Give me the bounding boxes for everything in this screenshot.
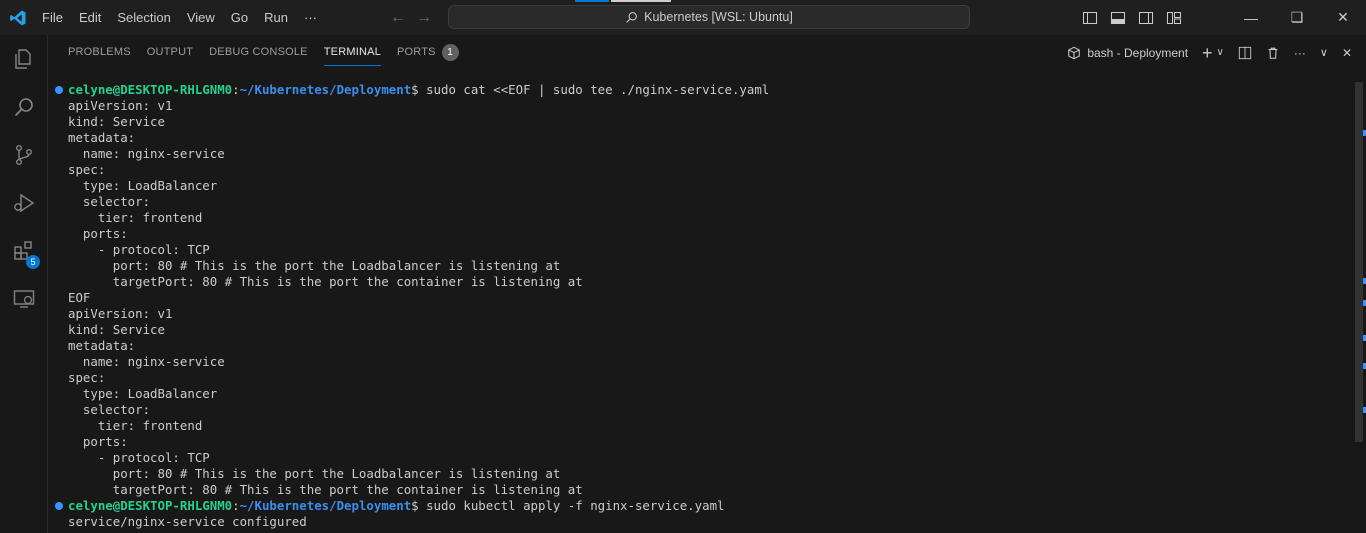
terminal-output-line: - protocol: TCP: [68, 450, 210, 465]
command-decoration-icon[interactable]: [55, 502, 63, 510]
terminal-selector[interactable]: bash - Deployment: [1067, 46, 1188, 60]
bottom-panel: PROBLEMS OUTPUT DEBUG CONSOLE TERMINAL P…: [48, 35, 1366, 533]
ports-count-badge: 1: [441, 44, 459, 61]
chevron-down-icon[interactable]: ∨: [1217, 47, 1224, 58]
restore-icon[interactable]: ❏: [1274, 0, 1320, 35]
customize-layout-icon[interactable]: [1166, 10, 1182, 26]
toggle-secondary-sidebar-icon[interactable]: [1138, 10, 1154, 26]
terminal-output-line: name: nginx-service: [68, 354, 225, 369]
minimize-icon[interactable]: —: [1228, 0, 1274, 35]
terminal-output-line: kind: Service: [68, 322, 165, 337]
title-bar: File Edit Selection View Go Run ··· ← → …: [0, 0, 1366, 35]
terminal-output-line: service/nginx-service configured: [68, 514, 307, 529]
panel-header: PROBLEMS OUTPUT DEBUG CONSOLE TERMINAL P…: [48, 35, 1366, 70]
vscode-logo-icon: [0, 0, 36, 35]
terminal-prompt-line: celyne@DESKTOP-RHLGNM0:~/Kubernetes/Depl…: [48, 498, 1348, 514]
terminal-output-line: targetPort: 80 # This is the port the co…: [68, 274, 583, 289]
window-controls: — ❏ ✕: [1228, 0, 1366, 35]
menu-file[interactable]: File: [36, 0, 71, 35]
toggle-panel-icon[interactable]: [1110, 10, 1126, 26]
terminal-output-line: apiVersion: v1: [68, 306, 173, 321]
extensions-badge: 5: [26, 255, 40, 269]
title-right-controls: — ❏ ✕: [1082, 0, 1366, 35]
terminal-output-line: selector:: [68, 402, 151, 417]
explorer-icon[interactable]: [0, 35, 48, 83]
prompt-path: ~/Kubernetes/Deployment: [239, 82, 412, 97]
menu-selection[interactable]: Selection: [109, 0, 178, 35]
forward-arrow-icon[interactable]: →: [416, 9, 432, 27]
prompt-user: celyne@DESKTOP-RHLGNM0: [68, 498, 233, 513]
terminal-output-line: targetPort: 80 # This is the port the co…: [68, 482, 583, 497]
panel-tabs: PROBLEMS OUTPUT DEBUG CONSOLE TERMINAL P…: [48, 35, 467, 70]
extensions-icon[interactable]: 5: [0, 227, 48, 275]
trash-icon[interactable]: [1266, 46, 1280, 60]
source-control-icon[interactable]: [0, 131, 48, 179]
search-icon: [626, 11, 638, 23]
run-debug-icon[interactable]: [0, 179, 48, 227]
close-panel-icon[interactable]: ✕: [1342, 46, 1352, 60]
tab-terminal[interactable]: TERMINAL: [316, 35, 389, 70]
menu-view[interactable]: View: [179, 0, 223, 35]
title-accent-bar: [575, 0, 609, 2]
maximize-panel-icon[interactable]: ∨: [1320, 46, 1328, 59]
toggle-sidebar-icon[interactable]: [1082, 10, 1098, 26]
terminal-output-line: ports:: [68, 226, 128, 241]
terminal-output-line: EOF: [68, 290, 91, 305]
terminal-output-line: - protocol: TCP: [68, 242, 210, 257]
terminal-output[interactable]: celyne@DESKTOP-RHLGNM0:~/Kubernetes/Depl…: [48, 82, 1348, 533]
activity-bar: 5: [0, 35, 48, 533]
tab-ports-label: PORTS: [396, 46, 436, 58]
terminal-output-line: type: LoadBalancer: [68, 178, 218, 193]
terminal-output-line: spec:: [68, 162, 106, 177]
terminal-output-line: port: 80 # This is the port the Loadbala…: [68, 258, 561, 273]
terminal-output-line: selector:: [68, 194, 151, 209]
terminal-command: sudo kubectl apply -f nginx-service.yaml: [426, 498, 725, 513]
remote-explorer-icon[interactable]: [0, 275, 48, 323]
prompt-user: celyne@DESKTOP-RHLGNM0: [68, 82, 233, 97]
more-actions-icon[interactable]: ···: [1294, 46, 1306, 60]
terminal-output-line: spec:: [68, 370, 106, 385]
tab-ports[interactable]: PORTS 1: [389, 35, 467, 70]
back-arrow-icon[interactable]: ←: [390, 9, 406, 27]
terminal-output-line: metadata:: [68, 130, 136, 145]
command-center-search[interactable]: Kubernetes [WSL: Ubuntu]: [448, 5, 970, 29]
terminal-output-line: ports:: [68, 434, 128, 449]
terminal-prompt-line: celyne@DESKTOP-RHLGNM0:~/Kubernetes/Depl…: [48, 82, 1348, 98]
menu-bar: File Edit Selection View Go Run ···: [36, 0, 325, 35]
terminal-scrollbar[interactable]: [1355, 82, 1363, 442]
split-terminal-icon[interactable]: [1238, 46, 1252, 60]
terminal-command: sudo cat <<EOF | sudo tee ./nginx-servic…: [426, 82, 770, 97]
title-accent-bar-2: [611, 0, 671, 2]
command-decoration-icon[interactable]: [55, 86, 63, 94]
terminal-output-line: tier: frontend: [68, 418, 203, 433]
search-icon[interactable]: [0, 83, 48, 131]
command-center-label: Kubernetes [WSL: Ubuntu]: [644, 10, 793, 24]
terminal-output-line: name: nginx-service: [68, 146, 225, 161]
tab-problems[interactable]: PROBLEMS: [60, 35, 139, 70]
nav-arrows: ← →: [390, 0, 432, 35]
layout-controls: [1082, 10, 1182, 26]
terminal-output-line: apiVersion: v1: [68, 98, 173, 113]
terminal-name: bash - Deployment: [1087, 45, 1189, 60]
prompt-path: ~/Kubernetes/Deployment: [239, 498, 412, 513]
menu-more[interactable]: ···: [296, 0, 325, 35]
menu-edit[interactable]: Edit: [71, 0, 109, 35]
tab-debug-console[interactable]: DEBUG CONSOLE: [201, 35, 316, 70]
terminal-bash-icon: [1068, 46, 1081, 59]
menu-go[interactable]: Go: [223, 0, 256, 35]
new-terminal-icon[interactable]: +: [1202, 44, 1213, 62]
terminal-output-block: apiVersion: v1 kind: Service metadata: nam…: [48, 98, 1348, 498]
terminal-output-line: kind: Service: [68, 114, 165, 129]
terminal-output-line: tier: frontend: [68, 210, 203, 225]
terminal-output-line: type: LoadBalancer: [68, 386, 218, 401]
terminal-output-line: metadata:: [68, 338, 136, 353]
terminal-output-line: port: 80 # This is the port the Loadbala…: [68, 466, 561, 481]
close-icon[interactable]: ✕: [1320, 0, 1366, 35]
menu-run[interactable]: Run: [256, 0, 296, 35]
panel-actions: bash - Deployment + ∨ ··· ∨ ✕: [1067, 35, 1352, 70]
tab-output[interactable]: OUTPUT: [139, 35, 201, 70]
